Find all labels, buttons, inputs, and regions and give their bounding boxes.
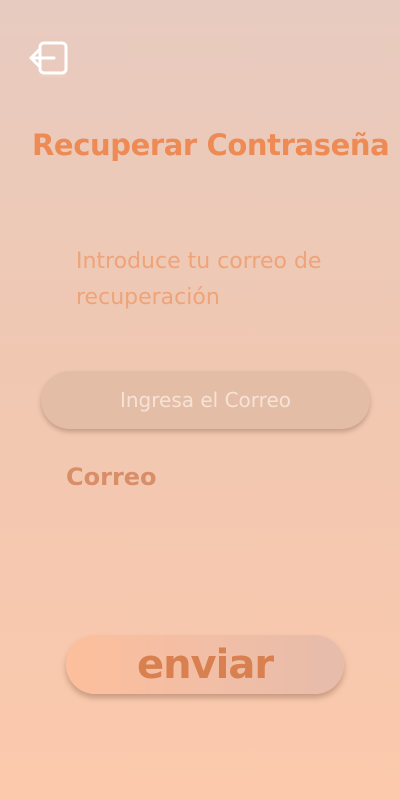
back-arrow-icon[interactable] <box>28 40 70 80</box>
page-title: Recuperar Contraseña <box>32 128 390 162</box>
email-field-label: Correo <box>66 463 157 491</box>
email-input[interactable] <box>41 371 370 429</box>
send-button[interactable]: enviar <box>66 635 344 694</box>
instructions-text: Introduce tu correo de recuperación <box>76 249 322 310</box>
